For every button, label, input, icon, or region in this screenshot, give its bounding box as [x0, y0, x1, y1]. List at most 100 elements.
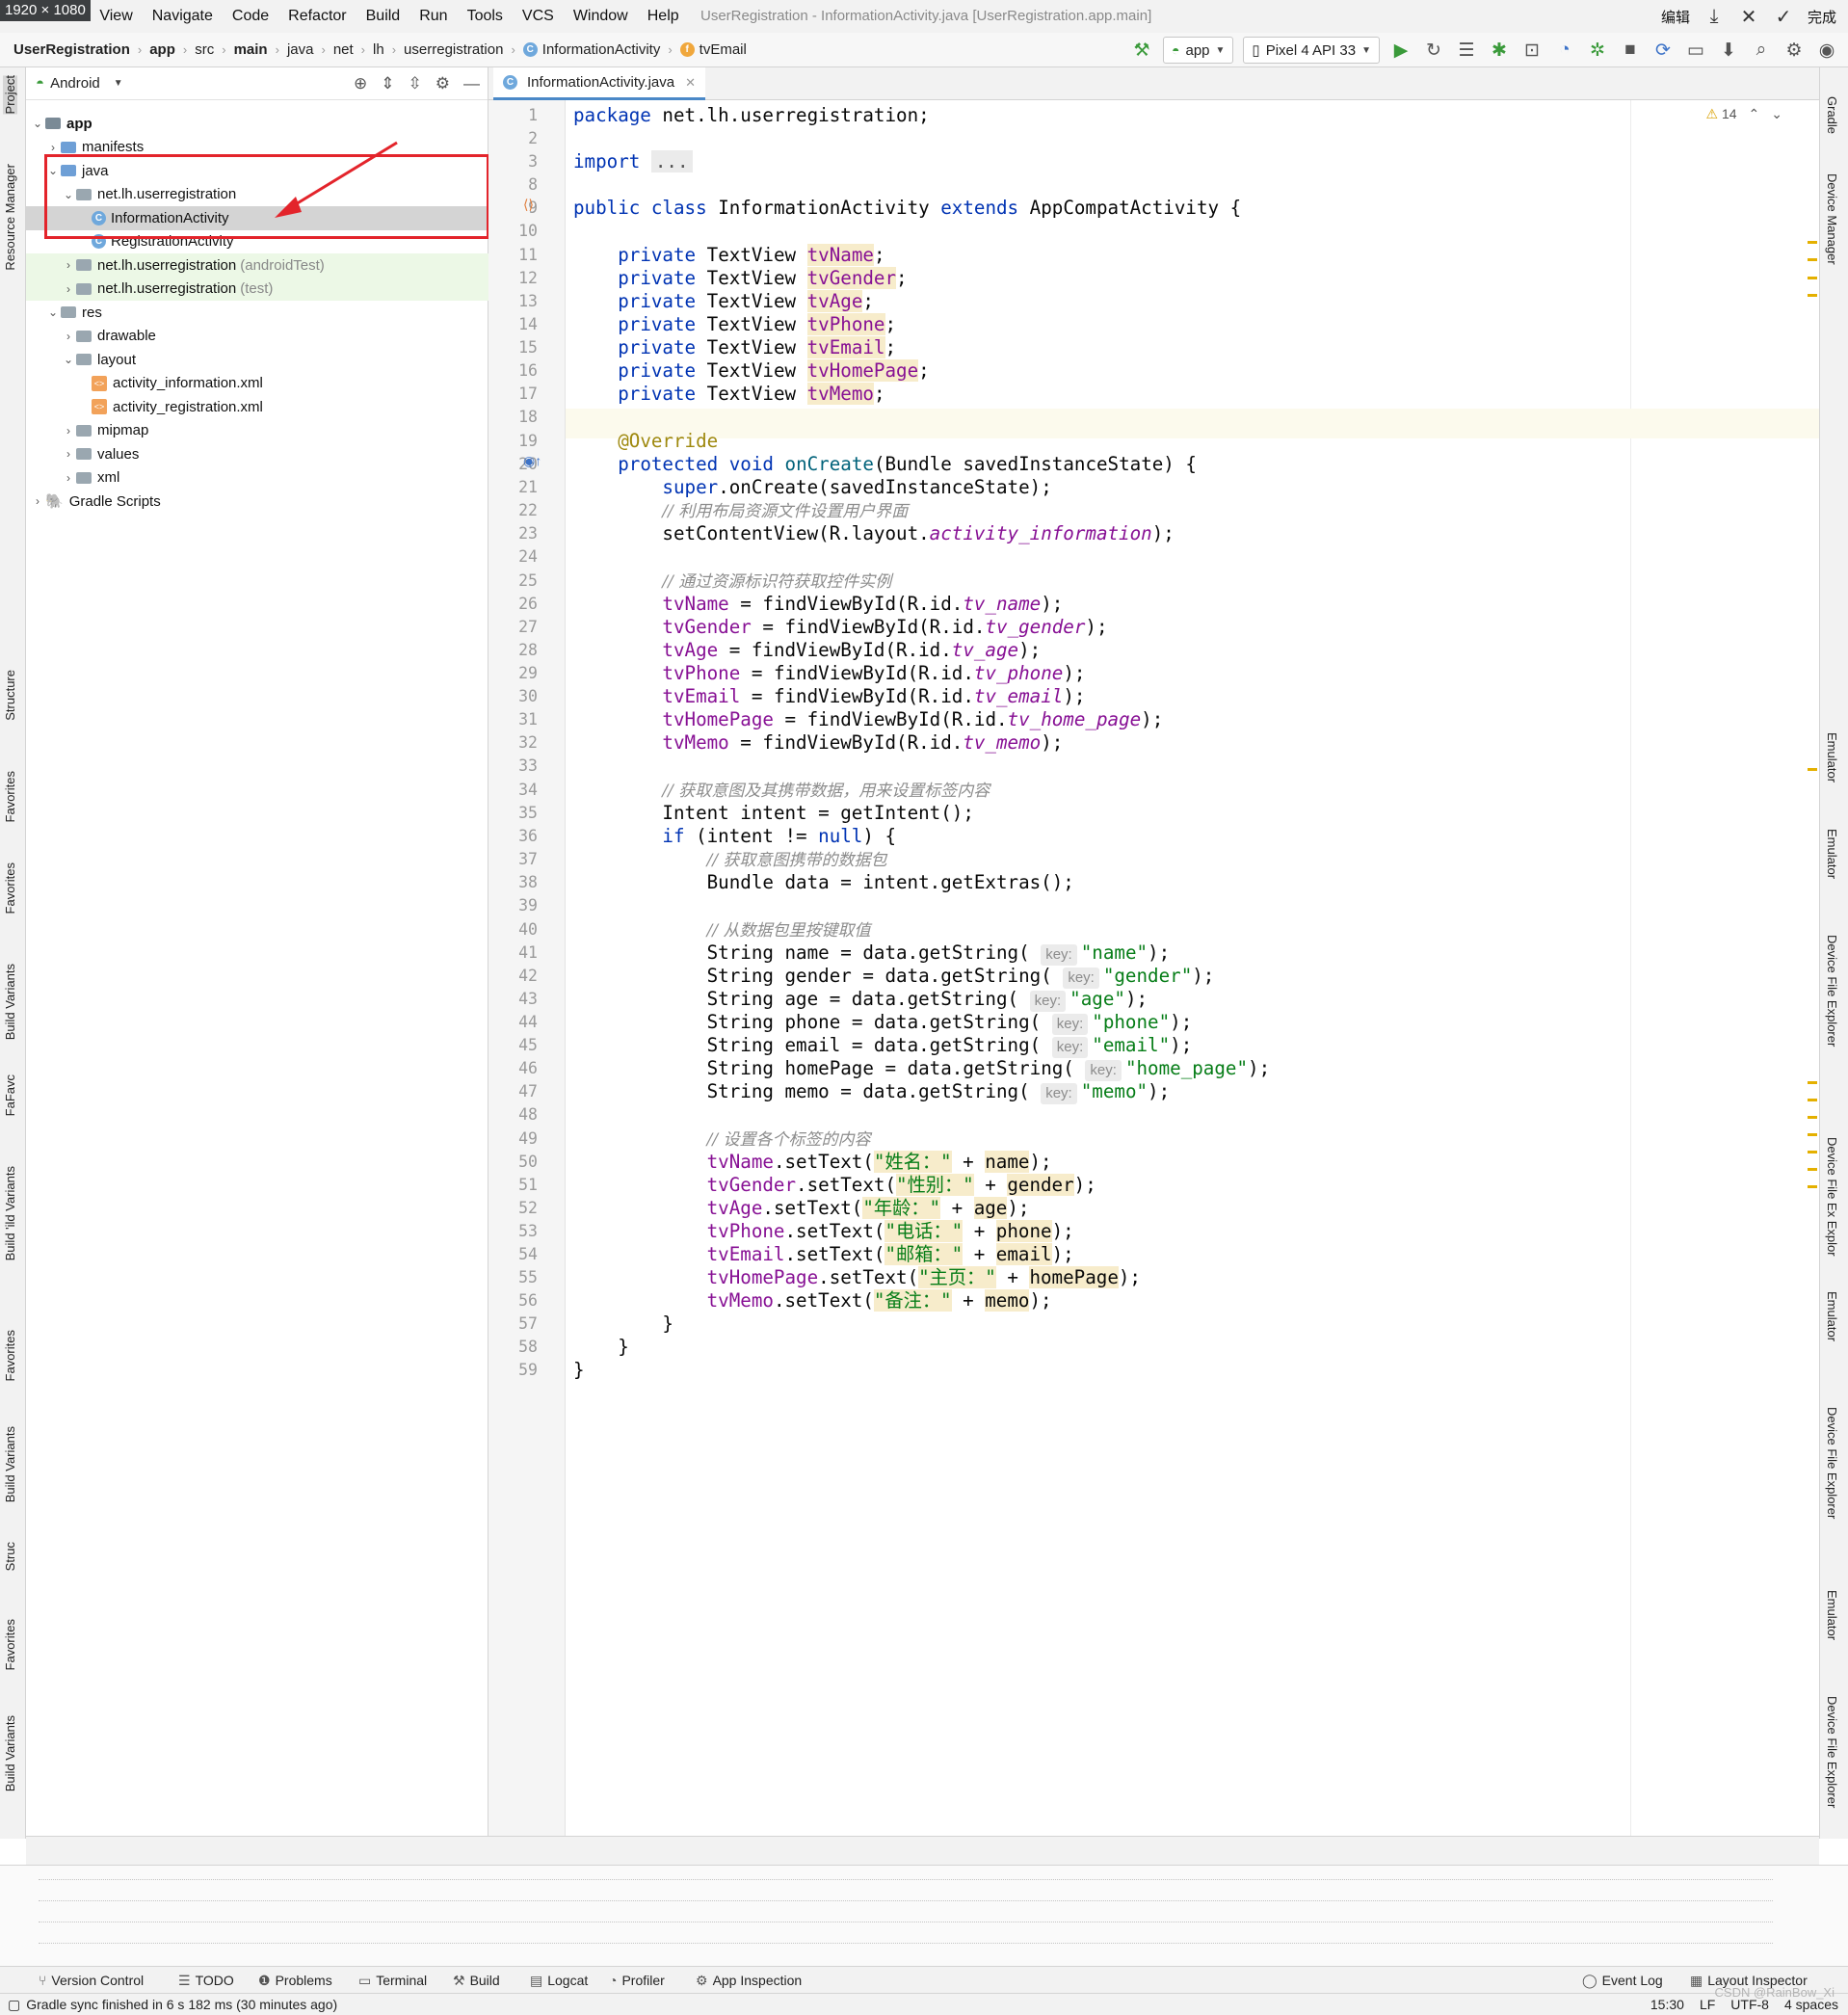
debug-icon[interactable]: ✱ [1488, 40, 1511, 62]
download-icon[interactable]: ⤓ [1703, 6, 1725, 28]
tree-item-package-test[interactable]: › net.lh.userregistration (test) [26, 277, 488, 301]
collapse-all-icon[interactable]: ⇳ [409, 74, 422, 93]
tree-item-drawable[interactable]: › drawable [26, 325, 488, 349]
tool-tab-structure[interactable]: Structure [3, 670, 17, 721]
tree-item-package-android-test[interactable]: › net.lh.userregistration (androidTest) [26, 253, 488, 278]
tool-app-inspection[interactable]: ⚙ App Inspection [696, 1967, 802, 1994]
tool-logcat[interactable]: ▤ Logcat [530, 1967, 588, 1994]
tool-tab-favorites-2[interactable]: Favorites [3, 862, 17, 914]
checkmark-icon[interactable]: ✓ [1773, 5, 1794, 29]
tool-tab-device-file-explorer-2[interactable]: Device File Ex Explor [1825, 1137, 1839, 1257]
tool-tab-build-variants-1[interactable]: Build Variants [3, 964, 17, 1040]
tool-tab-fafavc[interactable]: FaFavc [3, 1074, 17, 1116]
code-editor[interactable]: ⚠ 14 ⌃ ⌄ package net.lh.userregistration… [566, 100, 1819, 1836]
tool-tab-device-file-explorer-1[interactable]: Device File Explorer [1825, 935, 1839, 1047]
menu-tools[interactable]: Tools [458, 0, 513, 33]
tool-tab-resource-manager[interactable]: Resource Manager [3, 164, 17, 271]
tool-tab-favorites-1[interactable]: Favorites [3, 771, 17, 822]
apply-code-changes-icon[interactable]: ☰ [1455, 40, 1478, 62]
breadcrumb-java[interactable]: java [287, 41, 314, 58]
tool-tab-gradle[interactable]: Gradle [1825, 96, 1839, 134]
tool-tab-device-file-explorer-3[interactable]: Device File Explorer [1825, 1407, 1839, 1519]
attach-debugger-icon[interactable]: ⊡ [1520, 40, 1544, 62]
warning-marker[interactable] [1808, 1168, 1817, 1171]
override-method-icon[interactable]: ◉↑ [523, 453, 541, 469]
project-view-dropdown[interactable]: ◓ Android ▼ [36, 75, 123, 92]
tool-tab-build-variants-3[interactable]: Build Variants [3, 1426, 17, 1502]
menu-build[interactable]: Build [356, 0, 410, 33]
tool-tab-emulator-2[interactable]: Emulator [1825, 829, 1839, 879]
tree-item-app[interactable]: ⌄ app [26, 112, 488, 136]
coverage-icon[interactable]: ✲ [1586, 40, 1609, 62]
tree-item-activity-information-xml[interactable]: <> activity_information.xml [26, 372, 488, 396]
warning-marker[interactable] [1808, 1133, 1817, 1136]
tool-version-control[interactable]: ⑂ Version Control [39, 1967, 144, 1994]
close-icon[interactable]: ✕ [685, 75, 696, 91]
locate-icon[interactable]: ⊕ [354, 74, 367, 93]
breadcrumb-field[interactable]: f tvEmail [679, 41, 747, 58]
editor-tab-information-activity[interactable]: C InformationActivity.java ✕ [493, 67, 706, 100]
minimize-icon[interactable]: — [463, 74, 480, 93]
expand-all-icon[interactable]: ⇕ [381, 74, 394, 93]
warning-marker[interactable] [1808, 1151, 1817, 1153]
caret-position[interactable]: 15:30 [1650, 1994, 1684, 2015]
android-assistant-icon[interactable]: ◉ [1815, 40, 1838, 62]
tool-todo[interactable]: ☰ TODO [178, 1967, 234, 1994]
tree-item-xml[interactable]: › xml [26, 466, 488, 490]
tool-event-log[interactable]: ◯ Event Log [1582, 1967, 1663, 1994]
warning-marker[interactable] [1808, 768, 1817, 771]
breadcrumb-lh[interactable]: lh [373, 41, 384, 58]
tool-tab-device-manager[interactable]: Device Manager [1825, 173, 1839, 265]
tool-build[interactable]: ⚒ Build [453, 1967, 500, 1994]
warning-marker[interactable] [1808, 1081, 1817, 1084]
sync-gradle-icon[interactable]: ⟳ [1651, 40, 1675, 62]
breadcrumb-package[interactable]: userregistration [404, 41, 503, 58]
tree-item-mipmap[interactable]: › mipmap [26, 419, 488, 443]
breadcrumb-main[interactable]: main [234, 41, 268, 58]
warning-marker[interactable] [1808, 258, 1817, 261]
tree-item-gradle-scripts[interactable]: › 🐘 Gradle Scripts [26, 490, 488, 514]
tool-tab-build-variants-2[interactable]: Build 'ild Variants [3, 1166, 17, 1260]
tool-problems[interactable]: ❶ Problems [258, 1967, 332, 1994]
line-separator[interactable]: LF [1700, 1994, 1715, 2015]
chevron-down-icon[interactable]: ⌄ [1771, 106, 1782, 122]
menu-refactor[interactable]: Refactor [278, 0, 356, 33]
menu-help[interactable]: Help [638, 0, 689, 33]
gear-icon[interactable]: ⚙ [1782, 40, 1806, 62]
hammer-build-icon[interactable]: ⚒ [1130, 40, 1153, 62]
menu-code[interactable]: Code [223, 0, 278, 33]
stop-icon[interactable]: ■ [1619, 40, 1642, 61]
folded-imports[interactable]: ... [650, 150, 693, 172]
tree-item-res[interactable]: ⌄ res [26, 301, 488, 325]
warning-marker[interactable] [1808, 294, 1817, 297]
breadcrumb-src[interactable]: src [195, 41, 214, 58]
breadcrumb-project[interactable]: UserRegistration [0, 41, 130, 58]
run-icon[interactable]: ▶ [1389, 40, 1412, 62]
tool-tab-device-file-explorer-4[interactable]: Device File Explorer [1825, 1696, 1839, 1808]
menu-vcs[interactable]: VCS [513, 0, 564, 33]
tree-item-layout[interactable]: ⌄ layout [26, 348, 488, 372]
warning-marker[interactable] [1808, 277, 1817, 279]
menu-view[interactable]: View [90, 0, 142, 33]
done-button[interactable]: 完成 [1808, 7, 1836, 27]
chevron-up-icon[interactable]: ⌃ [1749, 106, 1760, 122]
tool-tab-build-variants-4[interactable]: Build Variants [3, 1715, 17, 1791]
tool-tab-emulator-1[interactable]: Emulator [1825, 732, 1839, 782]
gear-icon[interactable]: ⚙ [436, 74, 450, 93]
breadcrumb-module[interactable]: app [149, 41, 175, 58]
profile-icon[interactable]: ◔ [1553, 40, 1576, 61]
warning-marker[interactable] [1808, 1099, 1817, 1101]
tool-tab-project[interactable]: Project [3, 75, 17, 115]
warning-marker[interactable] [1808, 1116, 1817, 1119]
run-config-dropdown[interactable]: ◓ app ▼ [1163, 37, 1234, 64]
tool-tab-emulator-4[interactable]: Emulator [1825, 1590, 1839, 1640]
status-message[interactable]: ▢ Gradle sync finished in 6 s 182 ms (30… [8, 1994, 337, 2015]
warning-marker[interactable] [1808, 1185, 1817, 1188]
inspection-widget[interactable]: ⚠ 14 ⌃ ⌄ [1706, 106, 1783, 122]
warning-marker[interactable] [1808, 241, 1817, 244]
edit-screenshot-button[interactable]: 编辑 [1661, 7, 1690, 27]
close-icon[interactable]: ✕ [1738, 5, 1759, 29]
tool-profiler[interactable]: ◔ Profiler [609, 1967, 665, 1994]
menu-run[interactable]: Run [409, 0, 457, 33]
layout-file-icon[interactable]: ⟨⟩ [523, 197, 534, 213]
